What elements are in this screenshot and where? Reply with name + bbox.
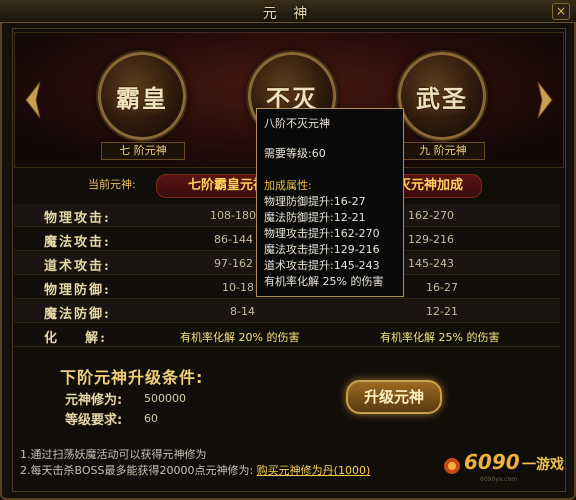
logo-url: 6090yx.com <box>480 476 518 483</box>
stat-current: 有机率化解 20% 的伤害 <box>180 331 300 344</box>
stat-next: 12-21 <box>426 305 458 318</box>
stat-label: 魔法防御: <box>44 307 111 322</box>
tooltip-bonus-header: 加成属性: <box>264 179 312 192</box>
stat-current: 108-180 <box>210 209 256 222</box>
tier-tooltip: 八阶不灭元神 需要等级:60 加成属性: 物理防御提升:16-27 魔法防御提升… <box>256 108 404 297</box>
stat-current: 8-14 <box>230 305 255 318</box>
stat-label: 化 解: <box>44 331 107 346</box>
tip-text: 2.每天击杀BOSS最多能获得20000点元神修为: <box>20 464 254 477</box>
stat-next: 16-27 <box>426 281 458 294</box>
tooltip-line: 道术攻击提升:145-243 <box>264 259 380 272</box>
stat-label: 道术攻击: <box>44 259 111 274</box>
upgrade-button[interactable]: 升级元神 <box>346 380 442 414</box>
table-row: 魔法防御: 8-14 12-21 <box>14 300 560 323</box>
tier-orb-7[interactable]: 霸皇 <box>98 52 186 140</box>
stat-next: 145-243 <box>408 257 454 270</box>
title-bar: 元 神 × <box>0 0 576 23</box>
stat-label: 物理攻击: <box>44 211 111 226</box>
buy-cultivation-link[interactable]: 购买元神修为丹(1000) <box>257 464 371 477</box>
cultivation-value: 500000 <box>144 392 186 405</box>
upgrade-section-title: 下阶元神升级条件: <box>60 368 204 387</box>
chevron-right-icon <box>537 81 553 119</box>
tooltip-line: 物理防御提升:16-27 <box>264 195 366 208</box>
tooltip-requirement: 需要等级:60 <box>264 147 326 160</box>
stat-current: 97-162 <box>214 257 253 270</box>
chevron-left-icon <box>25 81 41 119</box>
stat-next: 有机率化解 25% 的伤害 <box>380 331 500 344</box>
current-label: 当前元神: <box>88 178 136 191</box>
tier-name: 武圣 <box>416 84 468 113</box>
level-value: 60 <box>144 412 158 425</box>
tooltip-line: 魔法防御提升:12-21 <box>264 211 366 224</box>
close-button[interactable]: × <box>552 3 570 20</box>
prev-arrow-button[interactable] <box>24 80 42 120</box>
tier-orb-9[interactable]: 武圣 <box>398 52 486 140</box>
logo-text: 6090 <box>464 450 520 474</box>
cultivation-label: 元神修为: <box>65 393 123 408</box>
level-label: 等级要求: <box>65 413 123 428</box>
tier-name: 霸皇 <box>116 84 168 113</box>
window-title: 元 神 <box>262 6 314 22</box>
stat-current: 10-18 <box>222 281 254 294</box>
tooltip-title: 八阶不灭元神 <box>264 117 330 130</box>
tooltip-line: 物理攻击提升:162-270 <box>264 227 380 240</box>
tooltip-line: 有机率化解 25% 的伤害 <box>264 275 384 288</box>
stat-next: 162-270 <box>408 209 454 222</box>
logo-sub: 一游戏 <box>522 457 564 473</box>
next-arrow-button[interactable] <box>536 80 554 120</box>
site-logo: 6090 一游戏 6090yx.com <box>440 448 566 488</box>
table-row: 化 解: 有机率化解 20% 的伤害 有机率化解 25% 的伤害 <box>14 324 560 347</box>
tier-plate-9: 九 阶元神 <box>401 142 485 160</box>
stat-current: 86-144 <box>214 233 253 246</box>
stat-label: 物理防御: <box>44 283 111 298</box>
tier-plate-7: 七 阶元神 <box>101 142 185 160</box>
stat-next: 129-216 <box>408 233 454 246</box>
tooltip-line: 魔法攻击提升:129-216 <box>264 243 380 256</box>
stat-label: 魔法攻击: <box>44 235 111 250</box>
